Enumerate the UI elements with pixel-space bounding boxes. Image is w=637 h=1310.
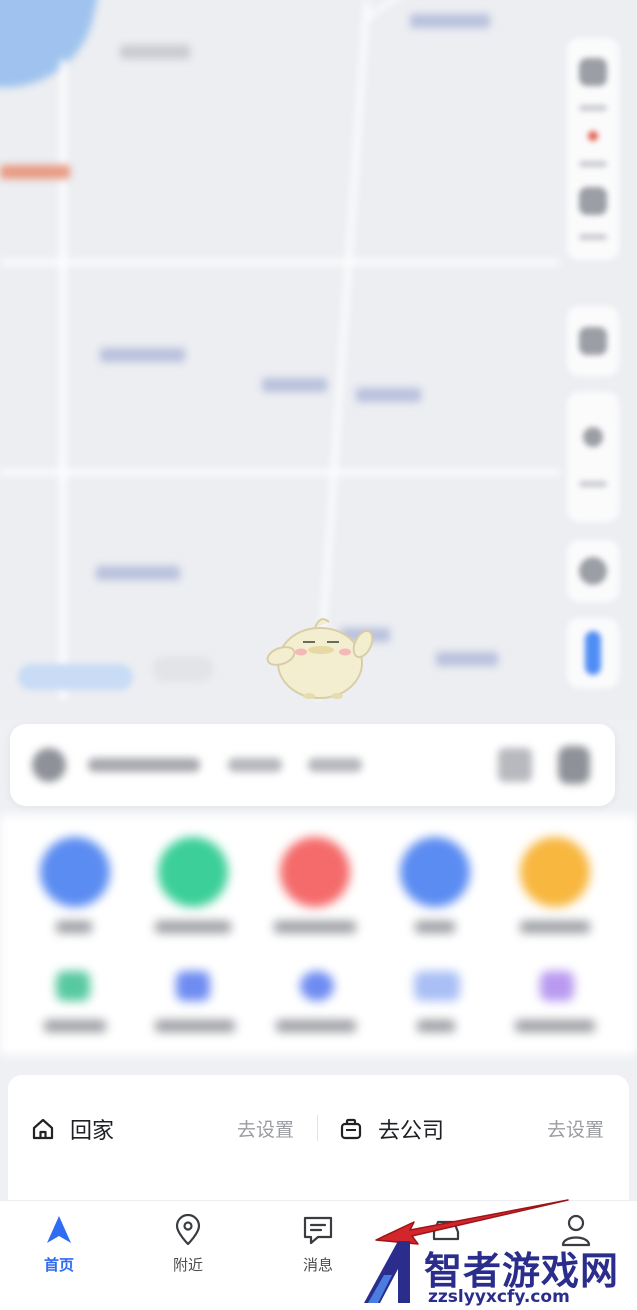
feature-label	[415, 921, 455, 933]
locate-icon[interactable]	[579, 557, 607, 585]
tab-messages-label: 消息	[302, 1256, 333, 1274]
tab-messages[interactable]: 消息	[278, 1213, 358, 1283]
search-bar-content	[10, 724, 615, 806]
tab-nearby-label: 附近	[172, 1256, 203, 1274]
commute-shortcuts-card: 回家 去设置 去公司 去设置	[8, 1075, 629, 1201]
home-label: 回家	[70, 1118, 115, 1144]
search-hint	[308, 758, 362, 772]
search-icon	[32, 748, 66, 782]
mascot-bird-icon[interactable]	[265, 608, 375, 703]
company-shortcut[interactable]: 去公司	[336, 1101, 444, 1156]
feature-label	[155, 921, 231, 933]
shortcut-divider	[317, 1115, 318, 1141]
home-shortcut[interactable]: 回家	[28, 1101, 114, 1156]
map-view[interactable]	[0, 0, 637, 720]
notification-dot	[588, 131, 598, 142]
feature-icon[interactable]	[540, 971, 574, 1001]
map-chip[interactable]	[18, 664, 133, 690]
tab-home[interactable]: 首页	[19, 1213, 99, 1283]
feature-icon[interactable]	[56, 971, 90, 1001]
control-label	[579, 105, 607, 112]
feature-icon[interactable]	[400, 837, 470, 907]
tab-nearby[interactable]: 附近	[148, 1213, 228, 1283]
watermark-logo-icon	[364, 1241, 410, 1303]
search-placeholder	[88, 758, 200, 772]
map-label	[96, 566, 180, 580]
feature-label	[515, 1020, 595, 1032]
feature-grid[interactable]	[0, 815, 637, 1055]
map-road	[60, 60, 66, 700]
feature-icon[interactable]	[158, 837, 228, 907]
map-control-button[interactable]	[567, 540, 619, 602]
navigation-arrow-icon	[42, 1213, 76, 1247]
report-icon[interactable]	[579, 186, 607, 215]
map-label	[436, 652, 498, 666]
home-set-button[interactable]: 去设置	[237, 1115, 294, 1142]
map-label	[410, 14, 490, 28]
feature-icon[interactable]	[414, 971, 460, 1001]
watermark-url: zzslyyxcfy.com	[428, 1287, 570, 1307]
feature-label	[417, 1020, 455, 1032]
search-bar[interactable]	[10, 724, 615, 806]
map-water-area	[0, 0, 102, 105]
control-label	[579, 234, 607, 241]
location-pin-icon	[171, 1213, 205, 1247]
map-layer-controls[interactable]	[567, 38, 619, 260]
map-road	[0, 470, 560, 475]
map-label	[262, 378, 327, 392]
map-label	[120, 45, 190, 59]
map-control-button[interactable]	[567, 618, 619, 688]
map-road	[315, 0, 370, 700]
map-chip[interactable]	[152, 656, 214, 682]
map-label	[100, 348, 185, 362]
map-label	[0, 165, 70, 179]
map-control-group[interactable]	[567, 392, 619, 522]
layers-icon[interactable]	[579, 57, 607, 86]
feature-icon[interactable]	[520, 837, 590, 907]
feature-label	[520, 921, 590, 933]
map-road	[364, 0, 416, 21]
traffic-icon[interactable]	[579, 327, 607, 355]
feature-label	[56, 921, 92, 933]
message-icon	[301, 1213, 335, 1247]
company-set-button[interactable]: 去设置	[547, 1115, 604, 1142]
search-hint	[228, 758, 282, 772]
watermark: 智者游戏网 zzslyyxcfy.com	[358, 1225, 637, 1310]
feature-icon[interactable]	[280, 837, 350, 907]
compass-icon[interactable]	[583, 426, 603, 447]
scan-icon[interactable]	[498, 748, 532, 782]
home-icon	[28, 1114, 58, 1144]
feature-label	[155, 1020, 235, 1032]
feature-icon[interactable]	[40, 837, 110, 907]
map-control-button[interactable]	[567, 306, 619, 376]
feature-label	[274, 921, 356, 933]
company-label: 去公司	[378, 1118, 445, 1144]
control-label	[579, 481, 607, 488]
control-label	[579, 160, 607, 167]
voice-icon[interactable]	[558, 746, 590, 784]
tab-home-label: 首页	[43, 1256, 74, 1274]
feature-label	[44, 1020, 106, 1032]
map-road	[0, 260, 560, 265]
map-label	[356, 388, 421, 402]
feature-label	[276, 1020, 356, 1032]
zoom-slider-icon[interactable]	[585, 631, 601, 675]
briefcase-icon	[336, 1114, 366, 1144]
feature-icon[interactable]	[300, 971, 334, 1001]
feature-icon[interactable]	[176, 971, 210, 1001]
